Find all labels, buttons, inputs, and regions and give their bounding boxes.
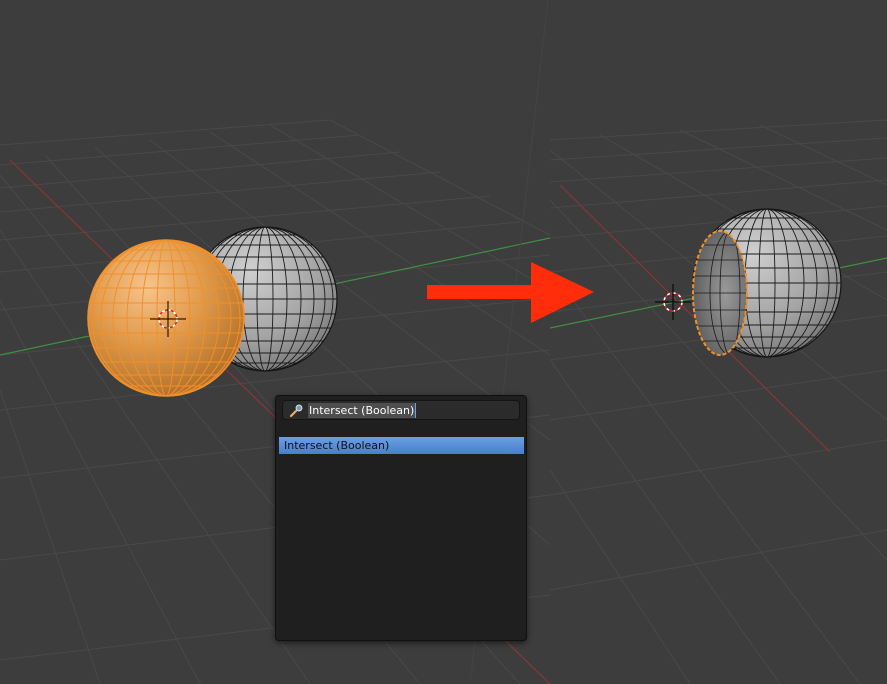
arrow-right-icon <box>427 262 594 323</box>
result-grey-sphere-with-intersect-cut[interactable] <box>690 208 845 358</box>
search-input[interactable]: Intersect (Boolean) <box>282 400 520 420</box>
search-icon <box>289 402 305 418</box>
search-input-text[interactable]: Intersect (Boolean) <box>308 402 417 418</box>
operator-search-popup: Intersect (Boolean) Intersect (Boolean) <box>275 395 527 641</box>
search-results-list: Intersect (Boolean) <box>279 437 524 454</box>
right-grid <box>549 119 887 684</box>
3d-cursor-icon <box>655 284 691 320</box>
search-result-item[interactable]: Intersect (Boolean) <box>279 437 524 454</box>
